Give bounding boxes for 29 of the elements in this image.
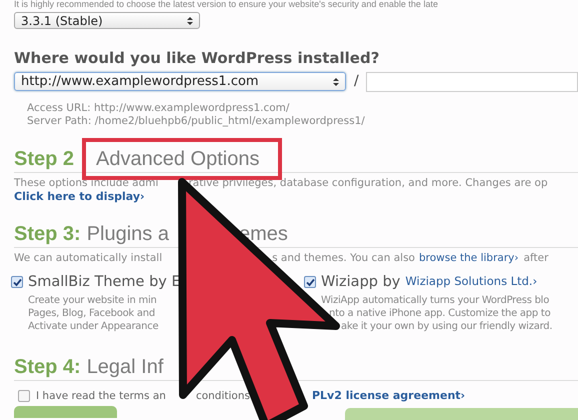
theme-title: Wiziapp by [321,273,400,291]
step-title: Advanced Options [96,147,260,171]
step-label: Step 4: [14,355,81,379]
description-line: nto a native iPhone app. Customize the app to [329,307,550,320]
library-link[interactable]: browse the library› [418,251,519,265]
description-line: Pages, Blog, Facebook and [28,307,155,320]
server-path: Server Path: /home2/bluehpb6/public_html/examplewordpress1/ [27,115,366,128]
domain-select[interactable]: http://www.examplewordpress1.com [14,72,346,91]
description-line: Activate under Appearance [28,320,158,333]
terms-text: conditions [196,389,250,403]
step-label: Step 3: [14,222,81,246]
description-line: ake it your own by using our friendly wizard. [341,320,552,333]
author-link[interactable]: Wiziapp Solutions Ltd.› [405,273,538,291]
description-text: s and themes. You can also [272,251,415,265]
terms-text: I have read the terms an [36,389,166,403]
step-label: Step 2 [14,147,74,171]
section-heading: Where would you like WordPress installed? [14,49,380,68]
display-link[interactable]: Click here to display› [14,190,145,204]
access-url: Access URL: http://www.examplewordpress1.com/ [27,102,290,115]
description-text: after [524,251,548,265]
step-title: Plugins a [86,222,169,246]
description-text: We can automatically install [14,251,162,265]
license-link[interactable]: PLv2 license agreement› [312,389,466,403]
step-title: Legal Inf [86,355,164,379]
version-select[interactable]: 3.3.1 (Stable) [14,12,200,29]
path-separator: / [354,72,359,91]
description-line: WiziApp automatically turns your WordPress blo [321,294,550,307]
intro-text: It is highly recommended to choose the latest version to ensure your website's security and enable the late [14,0,439,9]
description-line: Create your website in min [28,294,157,307]
